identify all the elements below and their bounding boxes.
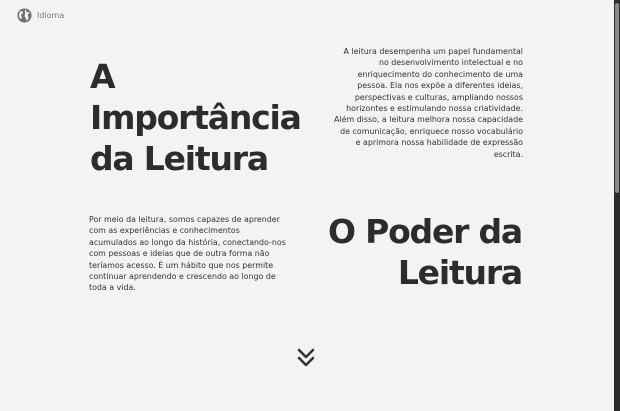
section-title-importancia: A Importância da Leitura bbox=[90, 57, 302, 178]
section-title-poder: O Poder da Leitura bbox=[327, 212, 523, 292]
vertical-scrollbar[interactable] bbox=[614, 0, 620, 411]
language-label: Idioma bbox=[37, 11, 65, 20]
scrollbar-thumb[interactable] bbox=[615, 3, 619, 193]
globe-icon bbox=[17, 8, 32, 23]
scroll-down-button[interactable] bbox=[297, 348, 315, 368]
section-text-importancia: A leitura desempenha um papel fundamenta… bbox=[334, 47, 523, 159]
page: Idioma A Importância da Leitura A leitur… bbox=[0, 0, 620, 411]
language-selector[interactable]: Idioma bbox=[17, 8, 64, 23]
section-text-poder: Por meio da leitura, somos capazes de ap… bbox=[89, 215, 286, 293]
double-chevron-down-icon bbox=[297, 348, 315, 368]
